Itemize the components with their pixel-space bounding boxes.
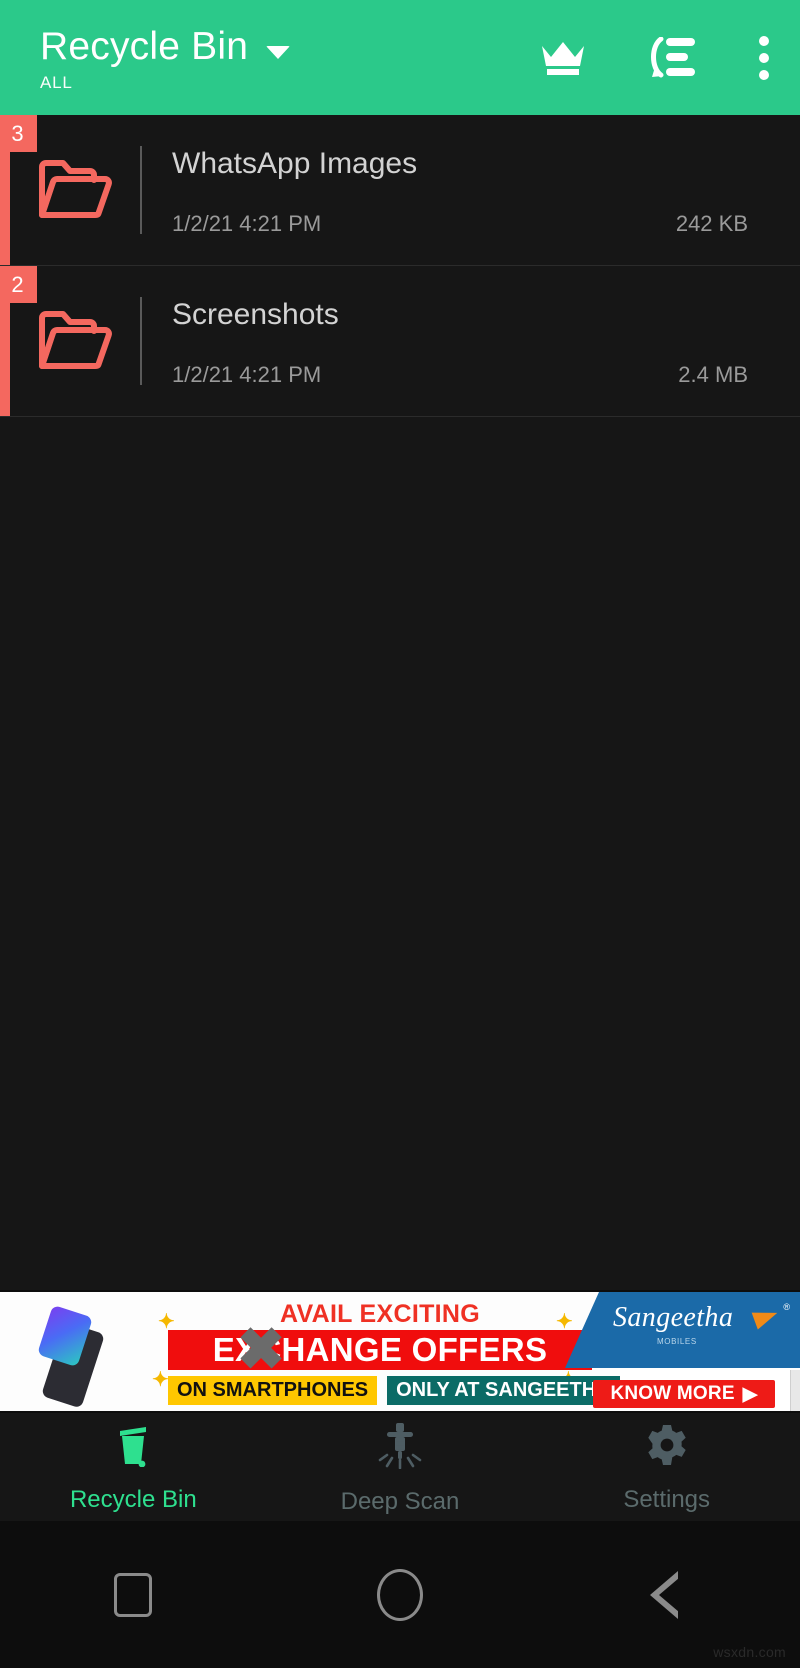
file-date: 1/2/21 4:21 PM	[172, 362, 322, 387]
title-row[interactable]: Recycle Bin	[40, 24, 291, 68]
ad-right-panel: Sangeetha MOBILES ® KNOW MORE ▶	[565, 1292, 800, 1411]
tab-label: Deep Scan	[340, 1487, 460, 1515]
trash-bin-icon	[115, 1423, 151, 1472]
file-list: 3 WhatsApp Images 1/2/21 4:21 PM 242 KB …	[0, 115, 800, 417]
phone-screen: Recycle Bin ALL 3 WhatsApp Images 1/2/21…	[0, 0, 800, 1668]
brand-swoosh-icon	[751, 1304, 781, 1330]
file-size: 2.4 MB	[678, 362, 748, 387]
ad-brand-subtitle: MOBILES	[657, 1337, 697, 1346]
ad-brand-name: Sangeetha	[613, 1302, 734, 1333]
page-title: Recycle Bin	[40, 24, 249, 68]
folder-open-icon	[0, 158, 140, 222]
app-bar-actions	[540, 35, 778, 80]
ad-brand-panel: Sangeetha MOBILES ®	[565, 1292, 800, 1368]
sparkle-icon: ✦	[152, 1369, 169, 1391]
folder-open-icon	[0, 309, 140, 373]
ad-cta-button[interactable]: KNOW MORE ▶	[593, 1380, 775, 1408]
restore-list-icon[interactable]	[648, 36, 696, 79]
watermark: wsxdn.com	[713, 1644, 786, 1660]
tab-recycle-bin[interactable]: Recycle Bin	[0, 1413, 267, 1521]
bottom-tab-bar: Recycle Bin Deep Scan Settings	[0, 1413, 800, 1521]
file-date: 1/2/21 4:21 PM	[172, 211, 322, 236]
chevron-down-icon[interactable]	[266, 45, 291, 59]
tab-settings[interactable]: Settings	[533, 1413, 800, 1521]
row-body: WhatsApp Images 1/2/21 4:21 PM 242 KB	[142, 115, 800, 265]
crown-premium-icon[interactable]	[540, 40, 586, 76]
row-body: Screenshots 1/2/21 4:21 PM 2.4 MB	[142, 266, 800, 416]
android-system-nav: wsxdn.com	[0, 1521, 800, 1668]
back-triangle-icon[interactable]	[533, 1570, 800, 1619]
deep-scan-drill-icon	[377, 1421, 423, 1474]
title-block[interactable]: Recycle Bin ALL	[40, 23, 291, 93]
gear-icon	[645, 1423, 689, 1472]
play-arrow-icon: ▶	[742, 1383, 758, 1405]
home-circle-icon[interactable]	[267, 1568, 534, 1621]
row-meta: 1/2/21 4:21 PM 242 KB	[172, 213, 748, 235]
ad-cta-label: KNOW MORE	[610, 1383, 735, 1404]
table-row[interactable]: 2 Screenshots 1/2/21 4:21 PM 2.4 MB	[0, 266, 800, 417]
file-size: 242 KB	[675, 211, 748, 236]
ad-tag-left: ON SMARTPHONES	[168, 1376, 378, 1405]
filter-subtitle: ALL	[40, 72, 73, 92]
tab-deep-scan[interactable]: Deep Scan	[267, 1413, 534, 1521]
overflow-menu-icon[interactable]	[758, 35, 770, 80]
trademark-icon: ®	[783, 1302, 790, 1312]
table-row[interactable]: 3 WhatsApp Images 1/2/21 4:21 PM 242 KB	[0, 115, 800, 266]
row-meta: 1/2/21 4:21 PM 2.4 MB	[172, 364, 748, 386]
tab-label: Settings	[623, 1485, 711, 1513]
recents-square-icon[interactable]	[0, 1572, 267, 1617]
status-badge: 2	[0, 266, 37, 303]
ad-info-edge[interactable]	[790, 1370, 800, 1411]
ad-left-panel: ✦ ✦ ✦ ✦ AVAIL EXCITING EXCHANGE OFFERS ✖…	[0, 1292, 620, 1411]
file-name: WhatsApp Images	[172, 147, 418, 180]
ad-phone-image	[36, 1304, 108, 1409]
status-badge: 3	[0, 115, 37, 152]
app-bar: Recycle Bin ALL	[0, 0, 800, 115]
ad-x-overlay-icon: ✖	[236, 1317, 286, 1382]
file-name: Screenshots	[172, 298, 339, 331]
tab-label: Recycle Bin	[69, 1485, 197, 1513]
ad-banner[interactable]: ✦ ✦ ✦ ✦ AVAIL EXCITING EXCHANGE OFFERS ✖…	[0, 1290, 800, 1413]
ad-tag-row: ON SMARTPHONES ONLY AT SANGEETHA	[168, 1376, 620, 1405]
